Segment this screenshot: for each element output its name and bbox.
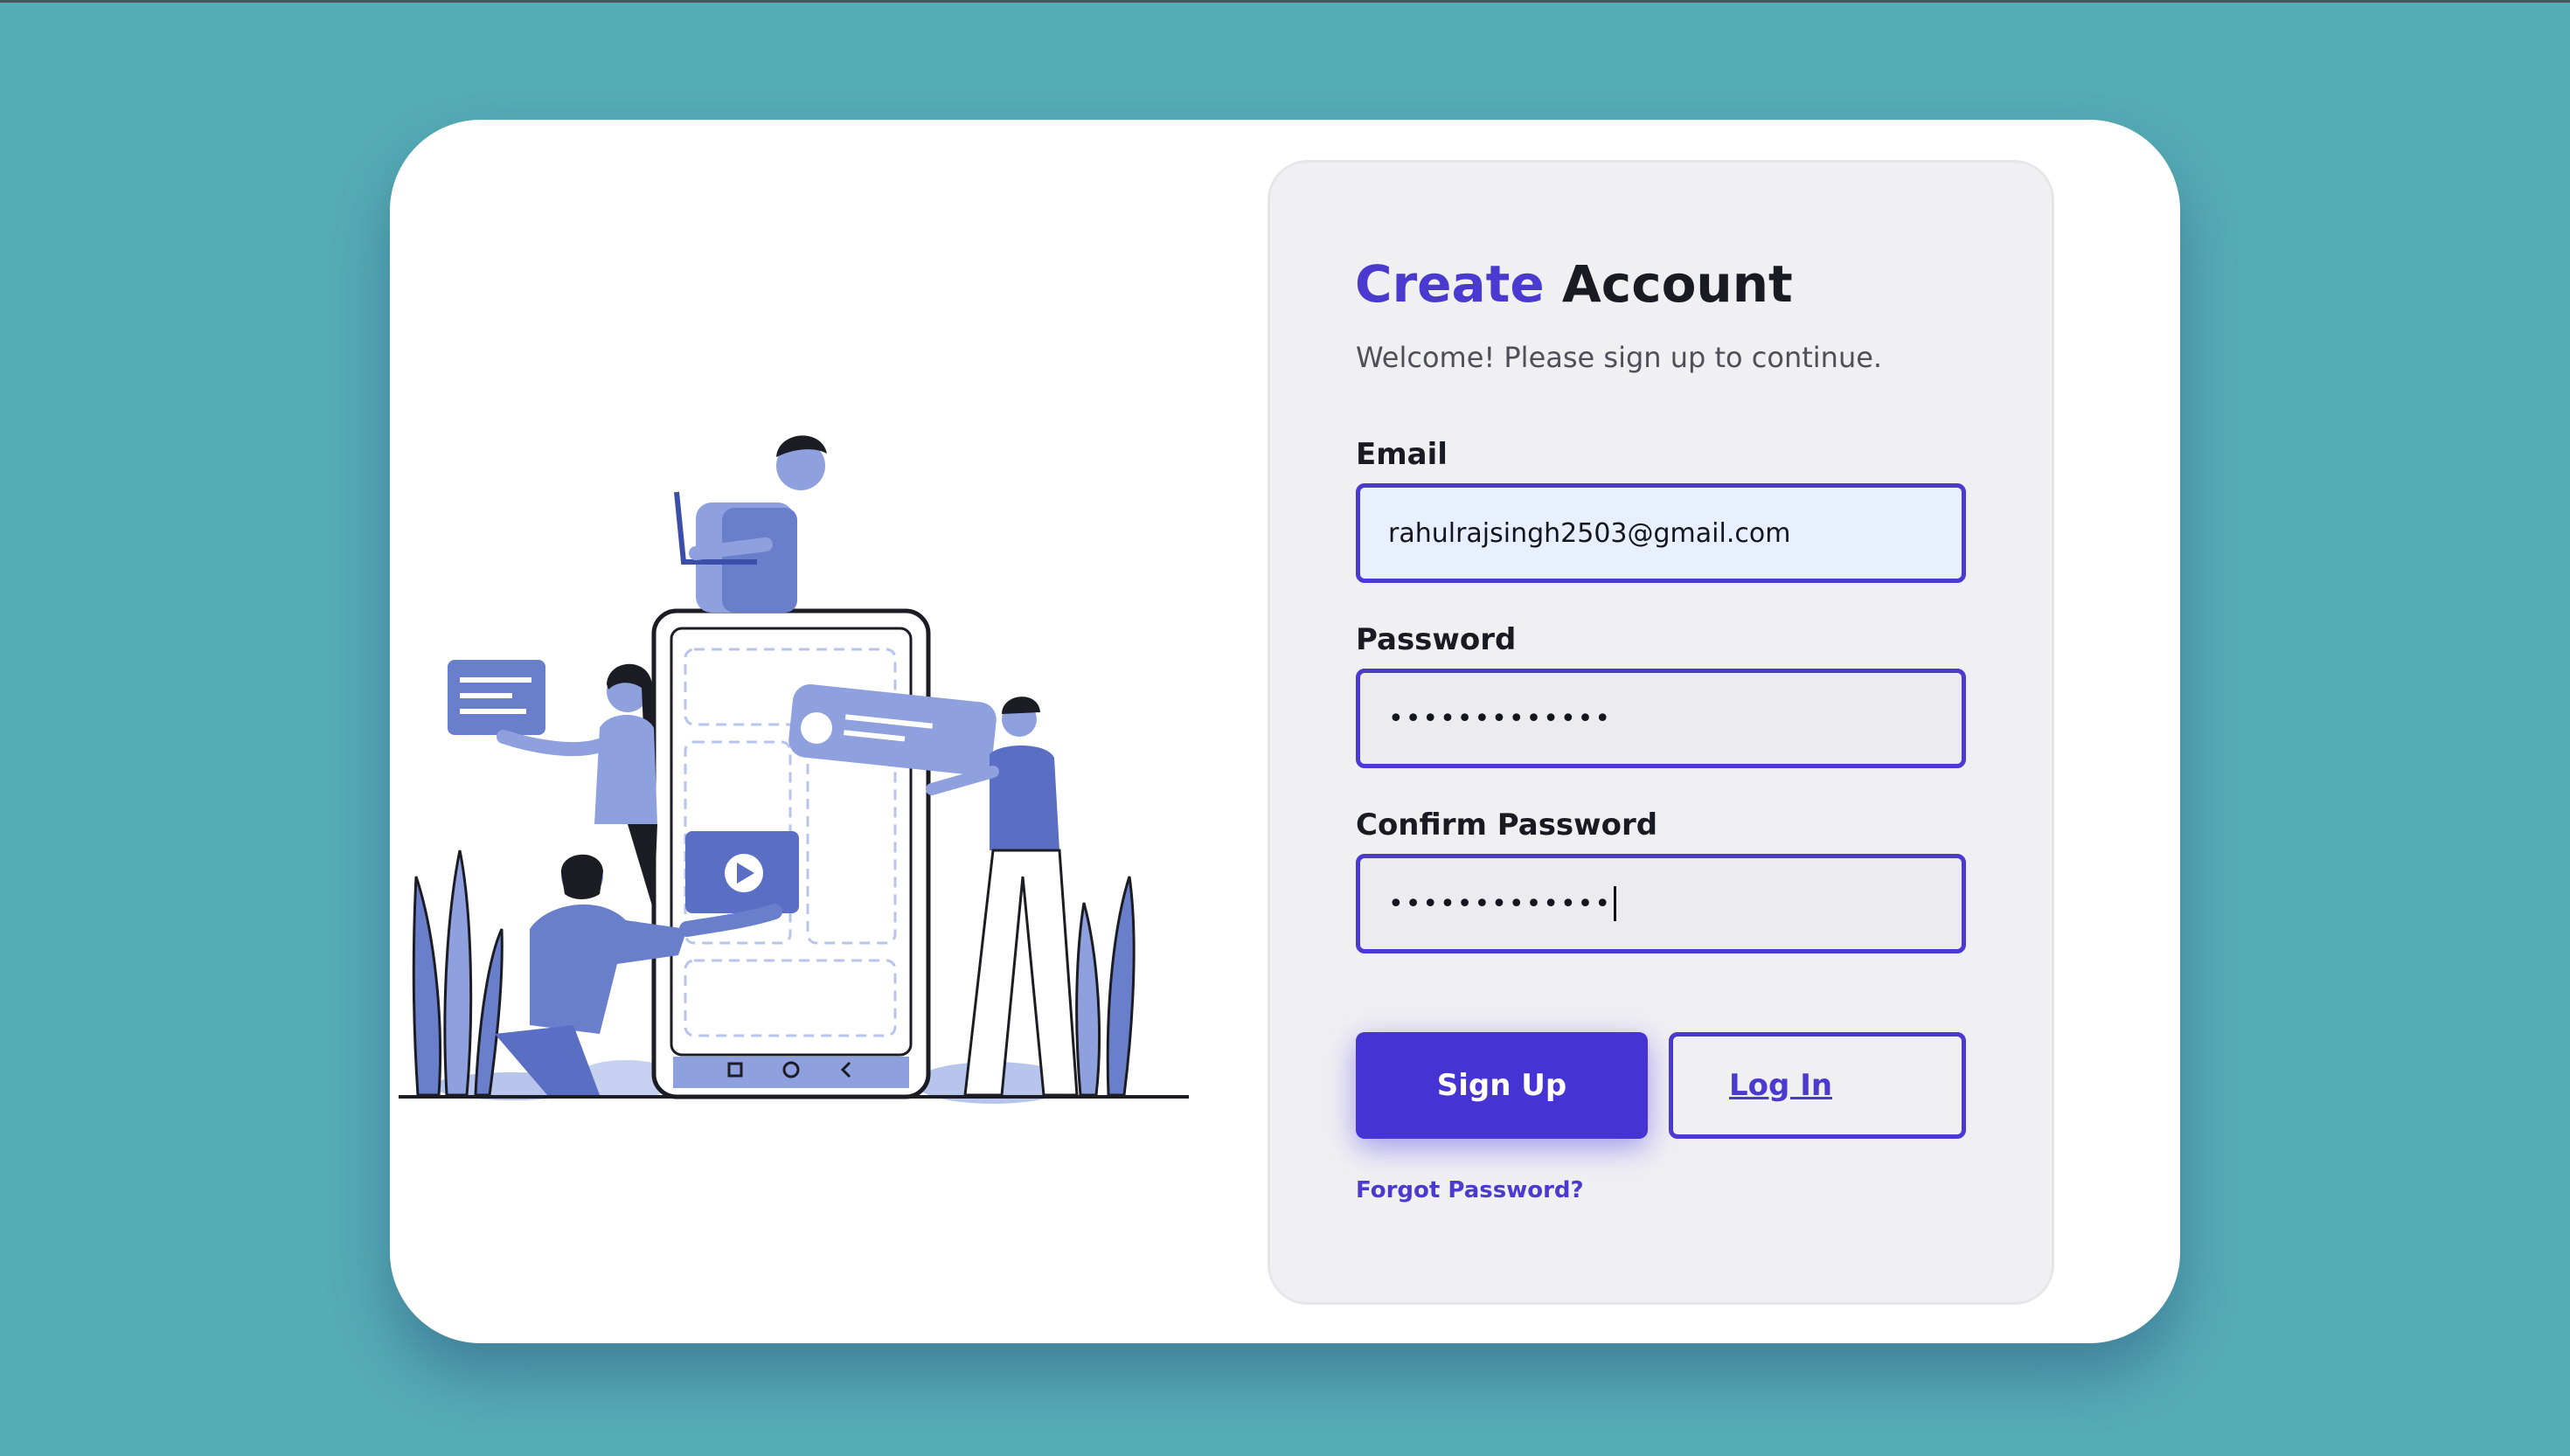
title-accent: Create xyxy=(1355,254,1545,314)
confirm-password-field[interactable]: ••••••••••••• xyxy=(1356,854,1966,953)
email-field[interactable]: rahulrajsingh2503@gmail.com xyxy=(1356,483,1966,583)
title-rest: Account xyxy=(1561,254,1793,314)
confirm-password-value: ••••••••••••• xyxy=(1388,888,1613,919)
password-field[interactable]: ••••••••••••• xyxy=(1356,669,1966,768)
confirm-password-label: Confirm Password xyxy=(1356,808,1658,842)
text-cursor xyxy=(1614,886,1617,921)
login-button[interactable]: Log In xyxy=(1669,1032,1966,1139)
email-value: rahulrajsingh2503@gmail.com xyxy=(1388,517,1791,549)
page-title: Create Account xyxy=(1355,249,1793,319)
welcome-subtitle: Welcome! Please sign up to continue. xyxy=(1356,341,1883,374)
email-label: Email xyxy=(1356,437,1448,472)
forgot-password-link[interactable]: Forgot Password? xyxy=(1356,1177,1584,1203)
signup-button[interactable]: Sign Up xyxy=(1356,1032,1648,1139)
password-value: ••••••••••••• xyxy=(1388,703,1613,734)
password-label: Password xyxy=(1356,622,1517,657)
team-building-app-illustration xyxy=(399,435,1189,1104)
